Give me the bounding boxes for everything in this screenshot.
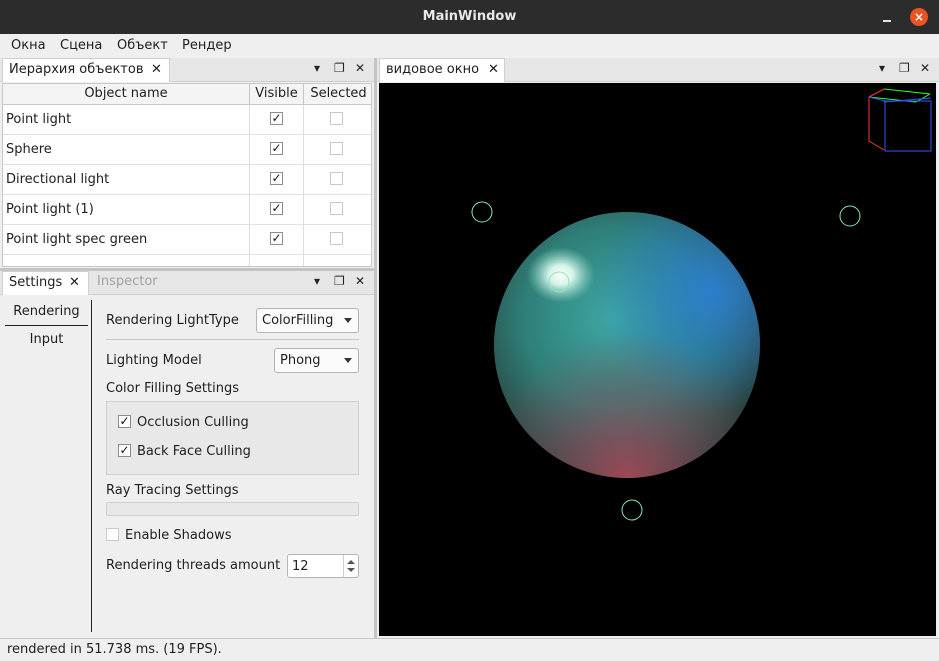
menu-object[interactable]: Объект (117, 38, 168, 53)
minimize-button[interactable] (878, 8, 896, 26)
hierarchy-dock-titlebar: Иерархия объектов ✕ ▾ ❐ ✕ (0, 58, 374, 82)
menu-render[interactable]: Рендер (182, 38, 232, 53)
column-header-object-name[interactable]: Object name (3, 84, 250, 105)
viewport-render (471, 88, 932, 521)
visible-checkbox[interactable]: ✓ (270, 232, 283, 245)
table-body: Point light ✓ Sphere ✓ Directional light ✓ Poi… (3, 105, 371, 266)
chevron-down-icon (344, 358, 352, 363)
chevron-down-icon[interactable]: ▾ (314, 274, 320, 288)
close-icon[interactable]: ✕ (355, 274, 365, 288)
hierarchy-table: Object name Visible Selected Point light… (2, 83, 372, 267)
close-icon[interactable]: ✕ (151, 62, 162, 77)
menu-bar: Окна Сцена Объект Рендер (0, 34, 939, 58)
settings-side-tabs: Rendering Input (3, 300, 92, 632)
color-filling-groupbox (106, 401, 359, 475)
menu-windows[interactable]: Окна (11, 38, 46, 53)
point-light-gizmo[interactable] (621, 499, 643, 521)
selected-checkbox[interactable] (330, 142, 343, 155)
rendering-lighttype-label: Rendering LightType (106, 313, 239, 328)
enable-shadows-checkbox[interactable] (106, 528, 119, 541)
object-name-cell: Point light (6, 112, 72, 127)
tab-viewport[interactable]: видовое окно ✕ (379, 58, 505, 82)
chevron-up-icon[interactable] (347, 560, 355, 564)
chevron-down-icon[interactable]: ▾ (879, 61, 885, 75)
threads-label: Rendering threads amount (106, 558, 281, 573)
object-name-cell: Point light (1) (6, 202, 94, 217)
enable-shadows-label: Enable Shadows (125, 528, 232, 543)
ray-tracing-header: Ray Tracing Settings (106, 483, 239, 498)
settings-dock-titlebar: Settings ✕ Inspector ▾ ❐ ✕ (0, 271, 374, 295)
visible-checkbox[interactable]: ✓ (270, 112, 283, 125)
float-icon[interactable]: ❐ (334, 274, 345, 288)
object-name-cell: Point light spec green (6, 232, 148, 247)
tab-inspector[interactable]: Inspector (91, 271, 171, 295)
table-row[interactable]: Directional light ✓ (3, 165, 371, 195)
float-icon[interactable]: ❐ (899, 61, 910, 75)
occlusion-culling-label: Occlusion Culling (137, 415, 249, 430)
object-name-cell: Sphere (6, 142, 52, 157)
threads-spinbox[interactable]: 12 (287, 554, 359, 578)
back-face-culling-checkbox[interactable]: ✓ (118, 444, 131, 457)
viewport-dock-titlebar: видовое окно ✕ ▾ ❐ ✕ (377, 58, 939, 82)
separator (106, 339, 359, 340)
tab-settings[interactable]: Settings ✕ (2, 271, 89, 295)
threads-value: 12 (292, 559, 309, 574)
selected-checkbox[interactable] (330, 112, 343, 125)
side-tab-rendering[interactable]: Rendering (5, 304, 88, 326)
tab-inspector-label: Inspector (97, 274, 158, 289)
table-header: Object name Visible Selected (3, 84, 371, 105)
selected-checkbox[interactable] (330, 202, 343, 215)
back-face-culling-label: Back Face Culling (137, 444, 251, 459)
visible-checkbox[interactable]: ✓ (270, 172, 283, 185)
column-header-selected[interactable]: Selected (304, 84, 371, 105)
lighting-model-combo[interactable]: Phong (274, 348, 359, 373)
title-bar: MainWindow × (0, 0, 939, 34)
orientation-cube-icon[interactable] (868, 88, 932, 152)
rendering-lighttype-value: ColorFilling (262, 313, 334, 328)
chevron-down-icon[interactable] (347, 568, 355, 572)
close-icon[interactable]: ✕ (920, 61, 930, 75)
color-filling-header: Color Filling Settings (106, 381, 239, 396)
lighting-model-value: Phong (280, 353, 321, 368)
selected-checkbox[interactable] (330, 232, 343, 245)
close-icon[interactable]: ✕ (488, 62, 499, 77)
table-row[interactable]: Point light (1) ✓ (3, 195, 371, 225)
table-row[interactable]: Point light ✓ (3, 105, 371, 135)
tab-hierarchy[interactable]: Иерархия объектов ✕ (2, 58, 170, 82)
occlusion-culling-checkbox[interactable]: ✓ (118, 415, 131, 428)
chevron-down-icon[interactable]: ▾ (314, 61, 320, 75)
object-name-cell: Directional light (6, 172, 110, 187)
status-bar: rendered in 51.738 ms. (19 FPS). (0, 638, 939, 661)
table-row[interactable]: Sphere ✓ (3, 135, 371, 165)
spin-divider (343, 555, 344, 577)
rendering-lighttype-combo[interactable]: ColorFilling (256, 308, 359, 333)
side-tab-input[interactable]: Input (5, 332, 88, 354)
column-header-visible[interactable]: Visible (250, 84, 304, 105)
close-window-button[interactable]: × (910, 8, 928, 26)
point-light-gizmo[interactable] (839, 205, 861, 227)
tab-settings-label: Settings (9, 275, 63, 290)
tab-viewport-label: видовое окно (386, 62, 480, 77)
table-row[interactable]: Point light spec green ✓ (3, 225, 371, 255)
lighting-model-label: Lighting Model (106, 353, 202, 368)
status-text: rendered in 51.738 ms. (19 FPS). (7, 642, 222, 657)
window-title: MainWindow (422, 9, 517, 24)
chevron-down-icon (344, 318, 352, 323)
visible-checkbox[interactable]: ✓ (270, 202, 283, 215)
tab-hierarchy-label: Иерархия объектов (9, 62, 144, 77)
sphere[interactable] (494, 212, 760, 478)
float-icon[interactable]: ❐ (334, 61, 345, 75)
close-icon[interactable]: ✕ (69, 275, 80, 290)
close-icon[interactable]: ✕ (355, 61, 365, 75)
point-light-gizmo[interactable] (471, 201, 493, 223)
selected-checkbox[interactable] (330, 172, 343, 185)
visible-checkbox[interactable]: ✓ (270, 142, 283, 155)
ray-tracing-groupbox (106, 502, 359, 516)
vertical-splitter[interactable] (374, 58, 377, 638)
menu-scene[interactable]: Сцена (60, 38, 102, 53)
viewport-canvas[interactable] (379, 83, 936, 636)
